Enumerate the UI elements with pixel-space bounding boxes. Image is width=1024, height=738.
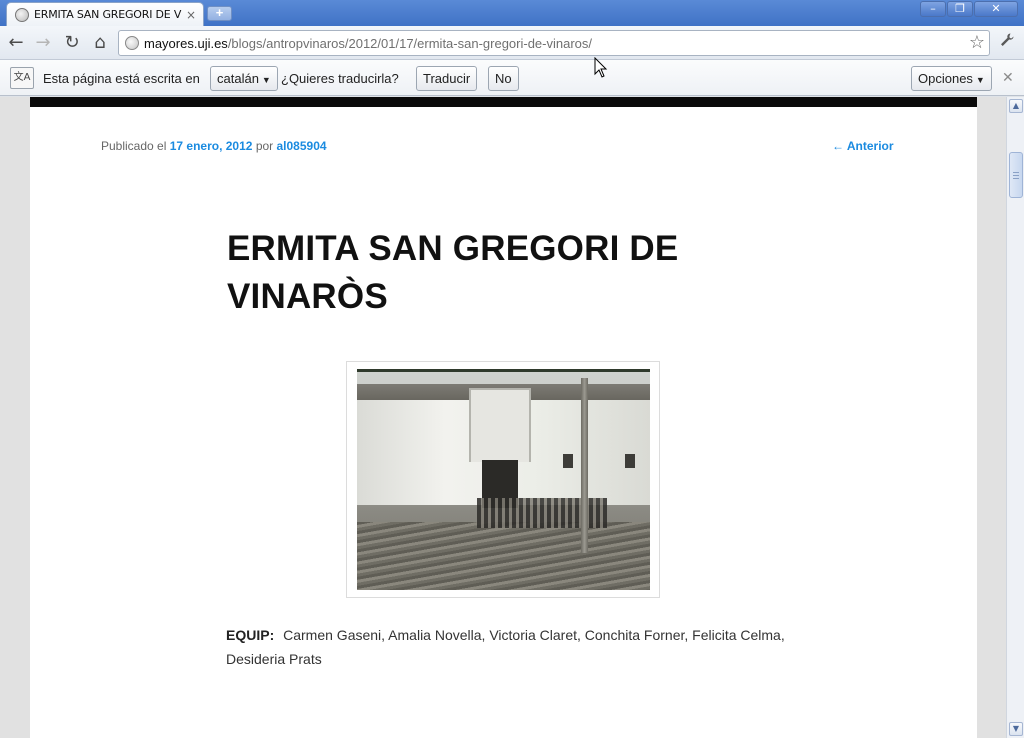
scroll-up-arrow-icon[interactable]: ▲ [1009,99,1023,113]
photo-facade [469,388,531,462]
globe-icon [125,36,139,50]
wrench-menu-icon[interactable] [996,32,1018,54]
globe-icon [15,7,29,22]
photo-window [563,454,573,468]
url-path: /blogs/antropvinaros/2012/01/17/ermita-s… [227,35,593,51]
back-button[interactable]: ← [5,32,27,54]
tab-close-icon[interactable]: × [186,8,196,22]
hermitage-photo[interactable] [357,369,650,590]
scroll-down-arrow-icon[interactable]: ▼ [1009,722,1023,736]
scrollbar-grip [1013,178,1019,179]
bookmark-star-icon[interactable]: ☆ [969,33,985,53]
translate-button[interactable]: Traducir [416,66,478,91]
infobar-close-icon[interactable]: ✕ [1002,70,1014,86]
url-text[interactable]: mayores.uji.es/blogs/antropvinaros/2012/… [144,36,592,51]
previous-post-link[interactable]: ← Anterior [832,139,894,153]
restore-button[interactable]: ❐ [947,1,973,17]
wrench-icon [1001,33,1014,46]
meta-prefix: Publicado el [101,139,167,153]
window-title-bar: ERMITA SAN GREGORI DE VIN × + – ❐ ✕ [0,0,1024,26]
translate-icon: 文A [10,67,34,89]
team-paragraph: EQUIP: Carmen Gaseni, Amalia Novella, Vi… [226,623,786,671]
close-window-button[interactable]: ✕ [974,1,1018,17]
window-controls: – ❐ ✕ [920,1,1018,17]
post-date-link[interactable]: 17 enero, 2012 [170,139,253,153]
tab-title: ERMITA SAN GREGORI DE VIN [34,8,182,21]
post-meta: Publicado el 17 enero, 2012 por al085904 [101,139,327,153]
options-button-label: Opciones [918,71,973,86]
mouse-cursor-icon [594,57,608,78]
team-members: Carmen Gaseni, Amalia Novella, Victoria … [226,627,785,667]
forward-button[interactable]: → [32,32,54,54]
page-header-bar [30,97,977,107]
photo-tree [581,378,588,553]
url-host: mayores.uji.es [144,35,228,51]
photo-window [625,454,635,468]
no-translate-button[interactable]: No [488,66,519,91]
options-button[interactable]: Opciones ▼ [911,66,992,91]
post-title: ERMITA SAN GREGORI DE VINARÒS [227,229,679,316]
vertical-scrollbar[interactable]: ▲ ▼ [1006,97,1024,738]
photo-ground [357,522,650,590]
new-tab-button[interactable]: + [207,6,232,21]
translate-prefix-text: Esta página está escrita en [43,71,200,86]
meta-by: por [255,139,274,153]
post-image-frame [346,361,660,598]
translate-question-text: ¿Quieres traducirla? [281,71,399,86]
reload-button[interactable]: ↻ [61,32,83,54]
home-button[interactable]: ⌂ [89,32,111,54]
page-viewport: Publicado el 17 enero, 2012 por al085904… [0,97,1006,738]
language-select[interactable]: catalán ▼ [210,66,278,91]
scrollbar-grip [1013,175,1019,176]
language-select-value: catalán [217,71,259,86]
browser-tab[interactable]: ERMITA SAN GREGORI DE VIN × [6,2,204,26]
scrollbar-thumb[interactable] [1009,152,1023,198]
team-label: EQUIP: [226,627,275,643]
post-author-link[interactable]: al085904 [277,139,327,153]
blog-page: Publicado el 17 enero, 2012 por al085904… [30,97,977,738]
minimize-button[interactable]: – [920,1,946,17]
translate-infobar: 文A Esta página está escrita en catalán ▼ … [0,60,1024,96]
chevron-down-icon: ▼ [975,75,985,85]
scrollbar-grip [1013,172,1019,173]
navigation-toolbar: ← → ↻ ⌂ mayores.uji.es/blogs/antropvinar… [0,26,1024,60]
address-bar[interactable]: mayores.uji.es/blogs/antropvinaros/2012/… [118,30,990,56]
chevron-down-icon: ▼ [261,75,271,85]
